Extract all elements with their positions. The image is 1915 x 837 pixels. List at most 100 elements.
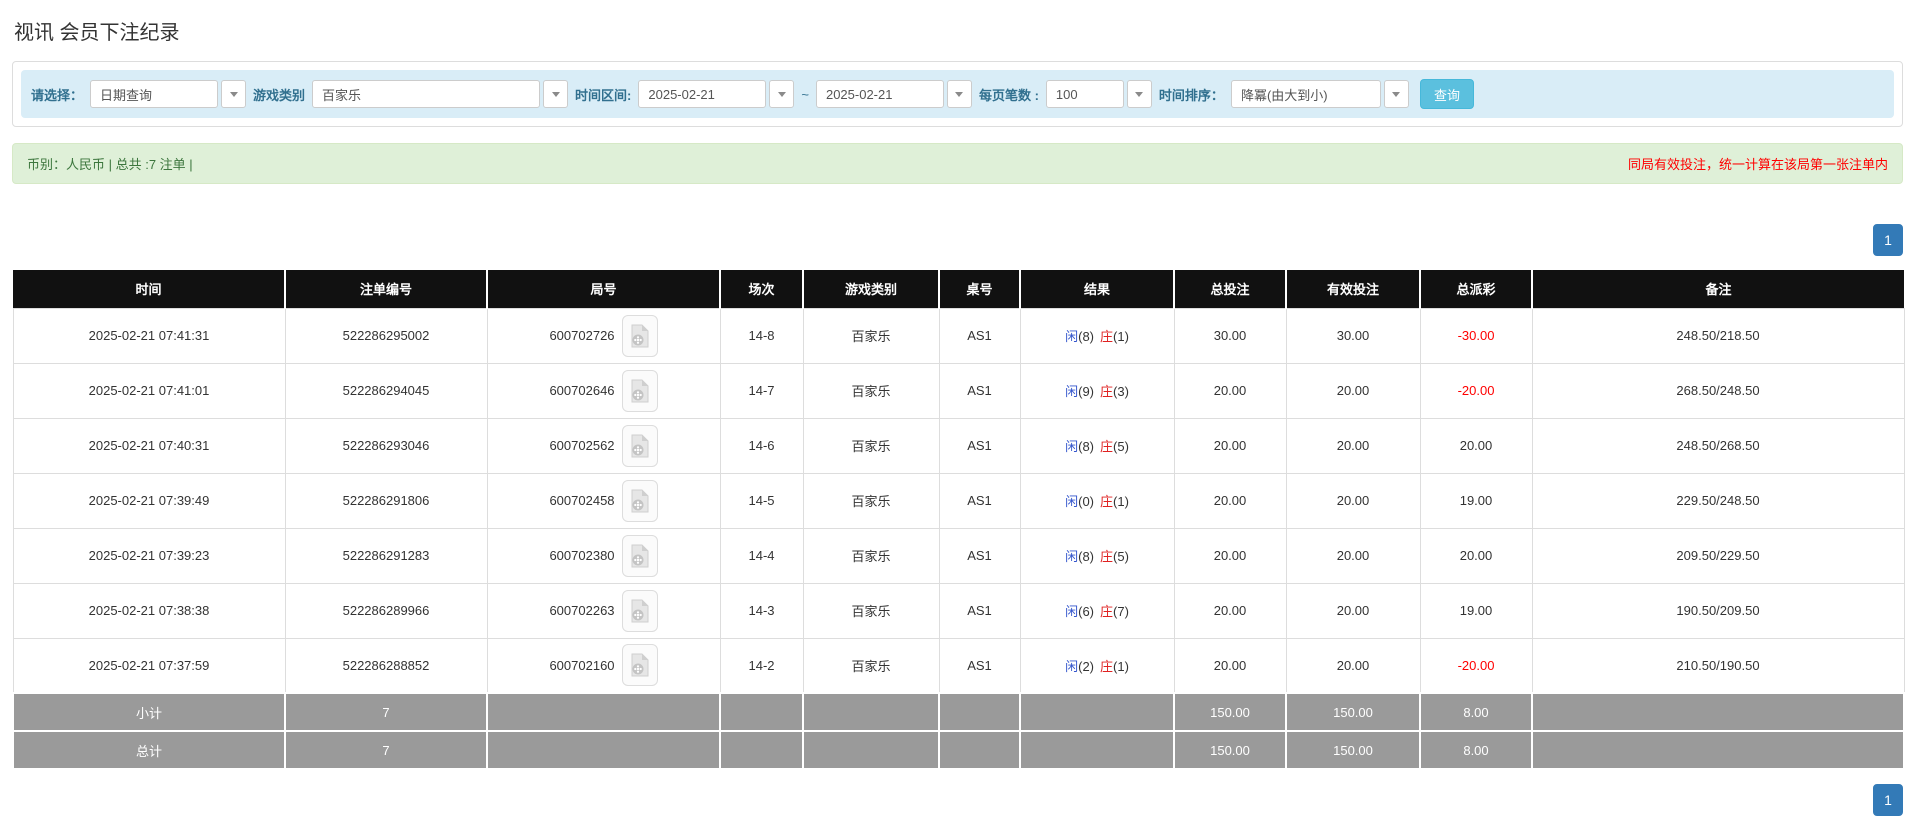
cell-table-no: AS1 [938,527,1021,584]
page-1-button[interactable]: 1 [1873,784,1903,816]
cell-total-bet[interactable]: 20.00 [1173,637,1287,694]
game-type-dropdown-button[interactable] [543,80,569,108]
cell-empty [1531,692,1905,732]
cell-table-no: AS1 [938,307,1021,364]
cell-time: 2025-02-21 07:40:31 [12,417,286,474]
cell-bet-id: 522286288852 [284,637,488,694]
result-player-score: (2) [1078,658,1094,674]
page-1-button[interactable]: 1 [1873,224,1903,256]
video-replay-button[interactable] [621,644,658,687]
video-replay-button[interactable] [621,534,658,577]
cell-bet-id: 522286291283 [284,527,488,584]
header-bet-id: 注单编号 [284,270,487,308]
cell-payout: -20.00 [1419,362,1533,419]
date-from-picker[interactable]: 2025-02-21 [638,80,795,108]
cell-session: 14-4 [719,527,804,584]
cell-round-id: 600702646 [486,362,721,419]
total-label: 总计 [12,730,286,770]
video-file-icon [631,434,649,457]
subtotal-payout: 8.00 [1419,692,1533,732]
video-replay-button[interactable] [621,314,658,357]
cell-empty [802,692,940,732]
date-from-value[interactable]: 2025-02-21 [638,80,767,108]
header-time: 时间 [13,270,285,308]
cell-game-type: 百家乐 [802,417,940,474]
video-replay-button[interactable] [621,479,658,522]
cell-empty [1019,730,1175,770]
game-type-select[interactable]: 百家乐 [312,80,569,108]
cell-note: 209.50/229.50 [1531,527,1905,584]
cell-game-type: 百家乐 [802,307,940,364]
page-size-value[interactable]: 100 [1045,80,1124,108]
cell-note: 190.50/209.50 [1531,582,1905,639]
page-size-select[interactable]: 100 [1045,80,1152,108]
cell-total-bet[interactable]: 30.00 [1173,307,1287,364]
game-type-value[interactable]: 百家乐 [312,80,541,108]
cell-session: 14-2 [719,637,804,694]
result-player: 闲 [1065,329,1079,344]
cell-total-bet[interactable]: 20.00 [1173,362,1287,419]
subtotal-count: 7 [284,692,488,732]
cell-time: 2025-02-21 07:39:23 [12,527,286,584]
cell-table-no: AS1 [938,472,1021,529]
cell-payout: -30.00 [1419,307,1533,364]
sort-select[interactable]: 降冪(由大到小) [1230,80,1409,108]
page-size-dropdown-button[interactable] [1126,80,1152,108]
cell-total-bet[interactable]: 20.00 [1173,527,1287,584]
cell-time: 2025-02-21 07:41:31 [12,307,286,364]
cell-time: 2025-02-21 07:37:59 [12,637,286,694]
cell-payout: 20.00 [1419,527,1533,584]
query-type-dropdown-button[interactable] [221,80,247,108]
video-replay-button[interactable] [621,369,658,412]
search-button[interactable]: 查询 [1419,79,1474,109]
header-total-bet: 总投注 [1173,270,1286,308]
round-id-text: 600702562 [549,438,615,453]
cell-result: 闲(9) 庄(3) [1019,362,1175,419]
subtotal-valid-bet: 150.00 [1285,692,1421,732]
cell-payout: 19.00 [1419,472,1533,529]
notice-text: 同局有效投注，统一计算在该局第一张注单内 [1627,157,1888,172]
video-file-icon [631,544,649,567]
result-player: 闲 [1065,658,1079,674]
cell-result: 闲(8) 庄(5) [1019,417,1175,474]
result-banker: 庄 [1100,329,1114,344]
subtotal-total-bet: 150.00 [1173,692,1287,732]
result-player-score: (8) [1078,329,1094,344]
chevron-down-icon [229,91,238,97]
sort-dropdown-button[interactable] [1383,80,1409,108]
result-player: 闲 [1065,439,1079,454]
cell-total-bet[interactable]: 20.00 [1173,417,1287,474]
date-to-picker[interactable]: 2025-02-21 [815,80,972,108]
date-to-dropdown-button[interactable] [946,80,972,108]
header-session: 场次 [719,270,803,308]
cell-game-type: 百家乐 [802,527,940,584]
cell-game-type: 百家乐 [802,637,940,694]
table-row: 2025-02-21 07:38:38 522286289966 6007022… [12,582,1905,639]
date-from-dropdown-button[interactable] [769,80,795,108]
filter-bar: 请选择： 日期查询 游戏类别 百家乐 时间区间: 2025-02-21 ~ 20… [21,70,1894,118]
video-file-icon [631,489,649,512]
table-row: 2025-02-21 07:41:01 522286294045 6007026… [12,362,1905,419]
video-replay-button[interactable] [621,424,658,467]
cell-game-type: 百家乐 [802,582,940,639]
query-type-select[interactable]: 日期查询 [90,80,247,108]
cell-total-bet[interactable]: 20.00 [1173,472,1287,529]
cell-round-id: 600702726 [486,307,721,364]
query-type-value[interactable]: 日期查询 [90,80,219,108]
cell-result: 闲(8) 庄(1) [1019,307,1175,364]
cell-bet-id: 522286294045 [284,362,488,419]
round-id-text: 600702726 [549,328,615,343]
cell-session: 14-6 [719,417,804,474]
video-replay-button[interactable] [621,589,658,632]
cell-payout: 19.00 [1419,582,1533,639]
cell-empty [802,730,940,770]
round-id-text: 600702380 [549,548,615,563]
table-row: 2025-02-21 07:39:49 522286291806 6007024… [12,472,1905,529]
range-separator: ~ [801,86,809,102]
query-type-label: 请选择： [31,87,84,103]
round-id-text: 600702646 [549,383,615,398]
date-to-value[interactable]: 2025-02-21 [815,80,944,108]
sort-value[interactable]: 降冪(由大到小) [1230,80,1381,108]
cell-game-type: 百家乐 [802,472,940,529]
cell-total-bet[interactable]: 20.00 [1173,582,1287,639]
